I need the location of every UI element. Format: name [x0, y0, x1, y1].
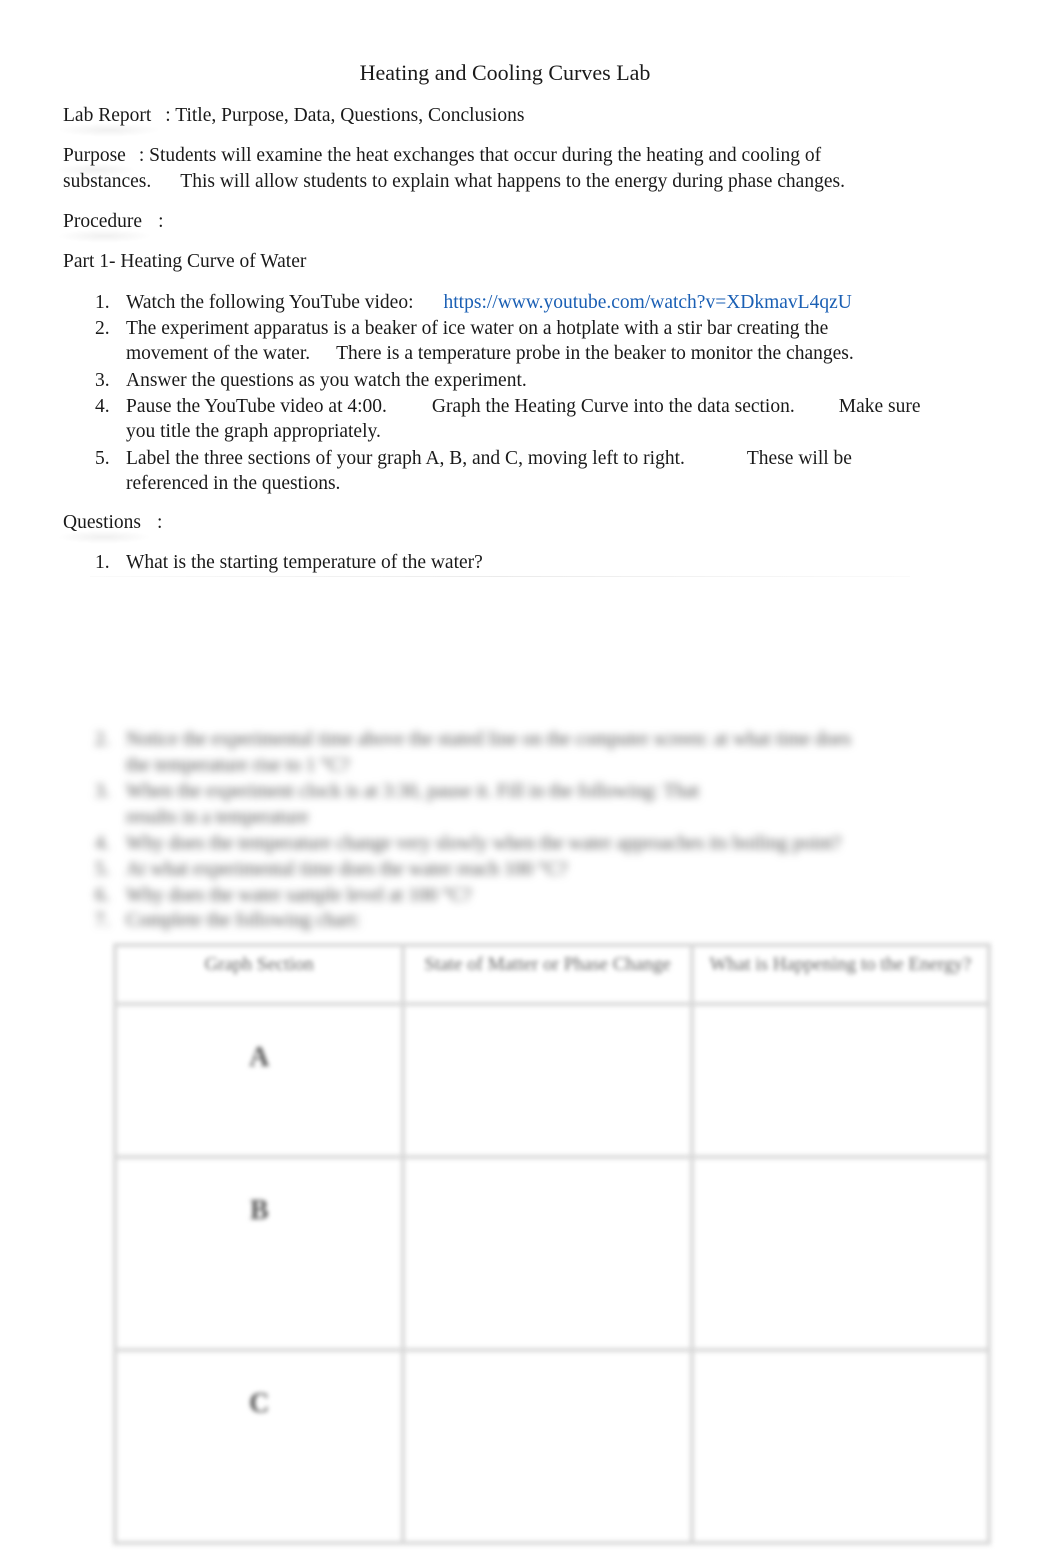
step-text: you title the graph appropriately.: [126, 421, 381, 442]
table-row: C: [112, 1348, 992, 1545]
energy-cell[interactable]: [689, 1002, 992, 1159]
lab-report-line: Lab Report: Title, Purpose, Data, Questi…: [56, 105, 525, 137]
question-text: Why does the temperature change very slo…: [126, 833, 842, 854]
state-cell[interactable]: [401, 1348, 694, 1545]
step-number: 4.: [95, 396, 110, 417]
purpose-label: Purpose: [57, 145, 136, 177]
step-4-text-b: Graph the Heating Curve into the data se…: [431, 396, 795, 417]
table-header-row: Graph Section State of Matter or Phase C…: [112, 943, 992, 1006]
question-text: Notice the experimental time above the s…: [126, 729, 852, 750]
purpose-text-2b: This will allow students to explain what…: [180, 171, 845, 192]
procedure-label: Procedure: [56, 211, 153, 243]
question-text: the temperature rise to 1 °C?: [126, 755, 350, 776]
step-1-text: Watch the following YouTube video:: [126, 292, 414, 313]
questions-separator: :: [157, 512, 163, 533]
questions-heading: Questions:: [57, 512, 163, 544]
step-number: 1.: [95, 292, 110, 313]
step-text: Watch the following YouTube video: https:…: [126, 290, 852, 315]
questions-label: Questions: [57, 512, 151, 544]
question-number: 4.: [95, 833, 110, 854]
step-number: 5.: [95, 448, 110, 469]
answer-line: [90, 576, 910, 577]
question-text: At what experimental time does the water…: [126, 859, 568, 880]
question-number: 5.: [95, 859, 110, 880]
step-5-text-b: These will be: [746, 448, 852, 469]
section-label: A: [112, 1002, 406, 1159]
step-number: 2.: [95, 318, 110, 339]
table-row: A: [112, 1002, 992, 1159]
step-4-text-c: Make sure: [838, 396, 921, 417]
document-title: Heating and Cooling Curves Lab: [359, 60, 651, 85]
step-2-text-a: movement of the water.: [126, 343, 311, 364]
state-cell[interactable]: [401, 1002, 694, 1159]
purpose-line-2: substances. This will allow students to e…: [63, 171, 845, 193]
energy-cell[interactable]: [689, 1155, 992, 1352]
step-text: referenced in the questions.: [126, 473, 341, 494]
table-row: B: [112, 1155, 992, 1352]
part1-heading: Part 1- Heating Curve of Water: [63, 251, 307, 272]
question-number: 6.: [95, 885, 110, 906]
step-text: movement of the water. There is a tempera…: [126, 341, 854, 366]
energy-cell[interactable]: [689, 1348, 992, 1545]
purpose-text-1: Students will examine the heat exchanges…: [149, 145, 822, 166]
step-number: 3.: [95, 370, 110, 391]
header-energy: What is Happening to the Energy?: [689, 943, 992, 1006]
header-state-of-matter: State of Matter or Phase Change: [401, 943, 694, 1006]
section-label: C: [112, 1348, 406, 1545]
step-5-text-a: Label the three sections of your graph A…: [126, 448, 685, 469]
step-text: Pause the YouTube video at 4:00. Graph th…: [126, 394, 921, 419]
lab-report-label: Lab Report: [56, 105, 162, 137]
step-text: Label the three sections of your graph A…: [126, 446, 852, 471]
question-text: results in a temperature: [126, 807, 309, 828]
youtube-video-link[interactable]: https://www.youtube.com/watch?v=XDkmavL4…: [444, 292, 852, 313]
header-graph-section: Graph Section: [112, 943, 406, 1006]
purpose-text-2a: substances.: [63, 171, 152, 192]
state-cell[interactable]: [401, 1155, 694, 1352]
step-text: Answer the questions as you watch the ex…: [126, 370, 527, 391]
question-text: Why does the water sample level at 100 °…: [126, 885, 472, 906]
purpose-separator: :: [138, 145, 145, 166]
question-number: 7.: [95, 910, 110, 931]
procedure-separator: :: [158, 211, 164, 232]
graph-section-table: Graph Section State of Matter or Phase C…: [112, 943, 992, 1545]
question-number: 2.: [95, 729, 110, 750]
question-number: 1.: [95, 552, 110, 573]
question-text: What is the starting temperature of the …: [126, 552, 483, 573]
lab-report-value: Title, Purpose, Data, Questions, Conclus…: [175, 105, 525, 126]
lab-report-separator: :: [165, 105, 171, 126]
procedure-heading: Procedure:: [56, 211, 164, 243]
step-2-text-b: There is a temperature probe in the beak…: [336, 343, 854, 364]
section-label: B: [112, 1155, 406, 1352]
step-4-text-a: Pause the YouTube video at 4:00.: [126, 396, 387, 417]
question-text: Complete the following chart:: [126, 910, 361, 931]
step-text: The experiment apparatus is a beaker of …: [126, 318, 829, 339]
question-text: When the experiment clock is at 3:30, pa…: [126, 781, 700, 802]
question-number: 3.: [95, 781, 110, 802]
purpose-line-1: Purpose: Students will examine the heat …: [57, 145, 822, 177]
